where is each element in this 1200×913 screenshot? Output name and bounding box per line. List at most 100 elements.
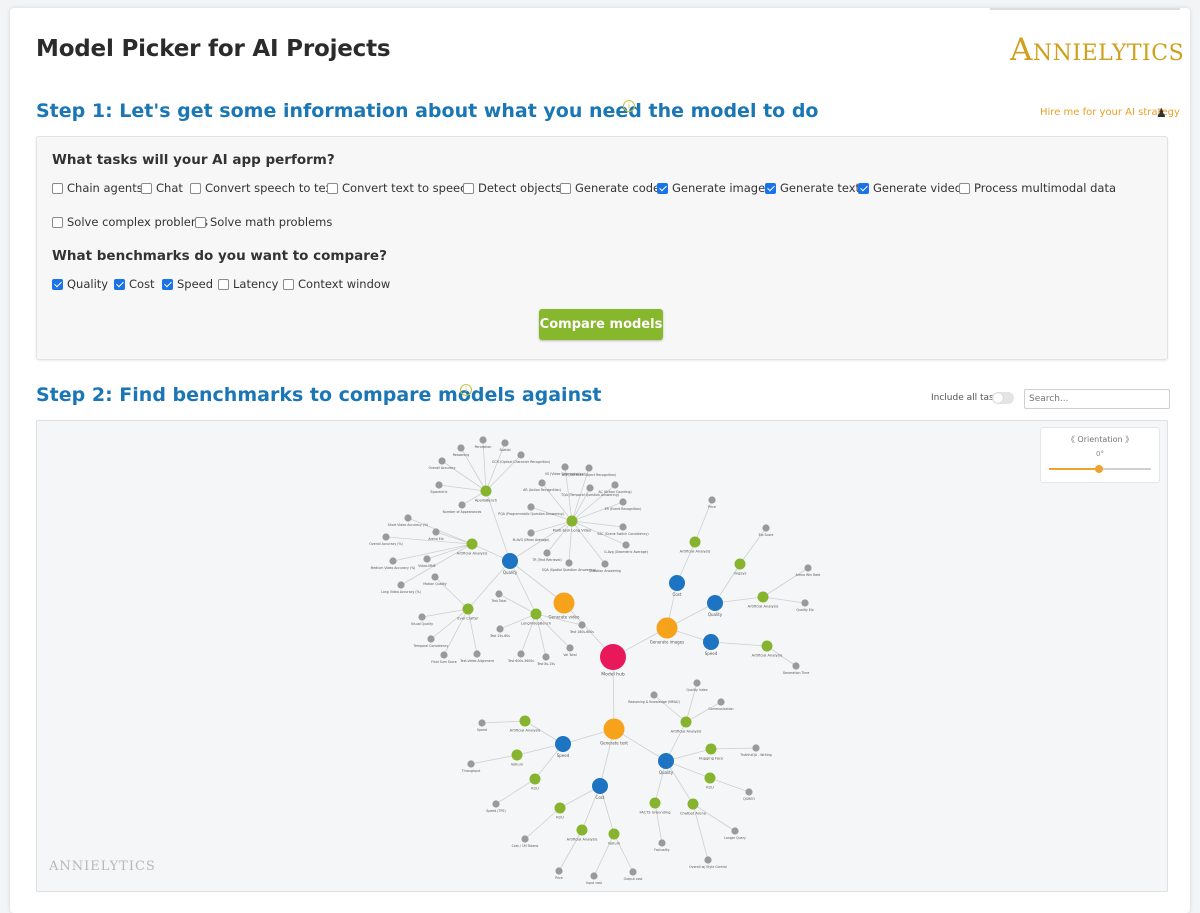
graph-node-metric[interactable]: TruthfulQA - Writing xyxy=(739,744,772,757)
graph-node-benchmark[interactable]: Quality xyxy=(707,595,723,617)
checkbox-checked-icon[interactable] xyxy=(657,182,668,194)
task-checkbox-convert-speech-to-text[interactable]: Convert speech to text xyxy=(190,181,337,195)
checkbox-checked-icon[interactable] xyxy=(114,278,125,290)
node-circle[interactable] xyxy=(703,634,719,650)
graph-node-benchmark[interactable]: Cost xyxy=(669,575,685,597)
node-circle[interactable] xyxy=(423,555,431,563)
graph-node-source[interactable]: Artificial Analysis xyxy=(752,640,783,658)
benchmark-checkbox-cost[interactable]: Cost xyxy=(114,277,155,291)
node-circle[interactable] xyxy=(530,608,542,620)
node-circle[interactable] xyxy=(432,528,440,536)
node-circle[interactable] xyxy=(527,503,535,511)
node-circle[interactable] xyxy=(438,457,446,465)
graph-node-metric[interactable]: Generation Time xyxy=(783,662,810,675)
node-circle[interactable] xyxy=(650,691,658,699)
node-circle[interactable] xyxy=(611,481,619,489)
node-circle[interactable] xyxy=(431,573,439,581)
node-circle[interactable] xyxy=(565,559,573,567)
graph-node-source[interactable]: Artificial Analysis xyxy=(680,536,711,554)
node-circle[interactable] xyxy=(762,524,770,532)
search-input[interactable] xyxy=(1024,389,1170,409)
graph-node-metric[interactable]: Test 8s-15s xyxy=(536,653,555,666)
node-circle[interactable] xyxy=(554,802,566,814)
node-circle[interactable] xyxy=(804,564,812,572)
graph-node-task[interactable]: Generate video xyxy=(549,592,580,620)
node-circle[interactable] xyxy=(731,827,739,835)
benchmark-checkbox-speed[interactable]: Speed xyxy=(162,277,213,291)
graph-node-metric[interactable]: Quality Elo xyxy=(796,599,814,612)
graph-node-benchmark[interactable]: Speed xyxy=(703,634,719,656)
checkbox-empty-icon[interactable] xyxy=(52,216,63,228)
graph-node-metric[interactable]: Arena Elo xyxy=(428,528,444,541)
graph-node-metric[interactable]: Reasoning & Knowledge (MMLU) xyxy=(628,691,680,704)
node-circle[interactable] xyxy=(566,644,574,652)
graph-node-metric[interactable]: Motion Quality xyxy=(423,573,447,586)
node-circle[interactable] xyxy=(527,529,535,537)
graph-node-metric[interactable]: G-Avg (Geometric Average) xyxy=(604,541,648,554)
task-checkbox-chain-agents[interactable]: Chain agents xyxy=(52,181,143,195)
graph-node-task[interactable]: Generate text xyxy=(600,718,628,746)
graph-node-benchmark[interactable]: Quality xyxy=(658,753,674,775)
graph-node-metric[interactable]: PQA (Programmatic Question Answering) xyxy=(498,503,564,516)
graph-node-metric[interactable]: Factuality xyxy=(654,839,670,852)
graph-node-metric[interactable]: Test 600s-3600s xyxy=(507,650,534,663)
node-circle[interactable] xyxy=(649,797,661,809)
node-circle[interactable] xyxy=(561,463,569,471)
node-circle[interactable] xyxy=(680,716,692,728)
node-circle[interactable] xyxy=(397,581,405,589)
node-circle[interactable] xyxy=(496,625,504,633)
node-circle[interactable] xyxy=(629,868,637,876)
node-circle[interactable] xyxy=(519,715,531,727)
checkbox-empty-icon[interactable] xyxy=(218,278,229,290)
node-circle[interactable] xyxy=(757,591,769,603)
graph-node-metric[interactable]: Overall w/ Style Control xyxy=(689,856,727,869)
graph-node-metric[interactable]: Output cost xyxy=(624,868,643,881)
graph-node-metric[interactable]: Final Sum Score xyxy=(431,651,457,664)
node-circle[interactable] xyxy=(590,872,598,880)
task-checkbox-solve-complex-problems[interactable]: Solve complex problems xyxy=(52,215,208,229)
checkbox-empty-icon[interactable] xyxy=(327,182,338,194)
checkbox-checked-icon[interactable] xyxy=(162,278,173,290)
graph-node-source[interactable]: Artificial Analysis xyxy=(567,824,598,842)
node-circle[interactable] xyxy=(761,640,773,652)
node-circle[interactable] xyxy=(687,798,699,810)
graph-node-metric[interactable]: SSC (Scene Switch Consistency) xyxy=(597,523,649,536)
node-circle[interactable] xyxy=(427,635,435,643)
node-circle[interactable] xyxy=(555,867,563,875)
node-circle[interactable] xyxy=(517,650,525,658)
graph-node-metric[interactable]: Price xyxy=(555,867,563,880)
node-circle[interactable] xyxy=(440,651,448,659)
graph-node-source[interactable]: Artificial Analysis xyxy=(748,591,779,609)
node-circle[interactable] xyxy=(792,662,800,670)
graph-node-source[interactable]: Artificial Analysis xyxy=(671,716,702,734)
graph-node-metric[interactable]: Input cost xyxy=(586,872,603,885)
node-circle[interactable] xyxy=(466,538,478,550)
node-circle[interactable] xyxy=(608,828,620,840)
node-circle[interactable] xyxy=(734,558,746,570)
checkbox-empty-icon[interactable] xyxy=(141,182,152,194)
node-circle[interactable] xyxy=(745,788,753,796)
task-checkbox-generate-text[interactable]: Generate text xyxy=(765,181,860,195)
node-circle[interactable] xyxy=(801,599,809,607)
task-checkbox-detect-objects[interactable]: Detect objects xyxy=(463,181,561,195)
node-circle[interactable] xyxy=(502,553,518,569)
task-checkbox-chat[interactable]: Chat xyxy=(141,181,183,195)
checkbox-empty-icon[interactable] xyxy=(959,182,970,194)
graph-node-metric[interactable]: Temporal Consistency xyxy=(413,635,449,648)
benchmark-checkbox-quality[interactable]: Quality xyxy=(52,277,108,291)
graph-node-benchmark[interactable]: Quality xyxy=(502,553,518,575)
node-circle[interactable] xyxy=(566,515,578,527)
task-checkbox-generate-code[interactable]: Generate code xyxy=(560,181,660,195)
graph-node-metric[interactable]: Overall Accuracy xyxy=(429,457,456,470)
node-circle[interactable] xyxy=(555,736,571,752)
node-circle[interactable] xyxy=(495,590,503,598)
node-circle[interactable] xyxy=(689,536,701,548)
node-circle[interactable] xyxy=(658,839,666,847)
node-circle[interactable] xyxy=(601,560,609,568)
benchmark-checkbox-latency[interactable]: Latency xyxy=(218,277,278,291)
graph-node-source[interactable]: R2U xyxy=(704,772,716,790)
graph-node-metric[interactable]: Speed (TPS) xyxy=(486,800,506,813)
node-circle[interactable] xyxy=(473,650,481,658)
node-circle[interactable] xyxy=(553,592,575,614)
graph-node-metric[interactable]: VS (Video Segmentation) xyxy=(545,463,585,476)
